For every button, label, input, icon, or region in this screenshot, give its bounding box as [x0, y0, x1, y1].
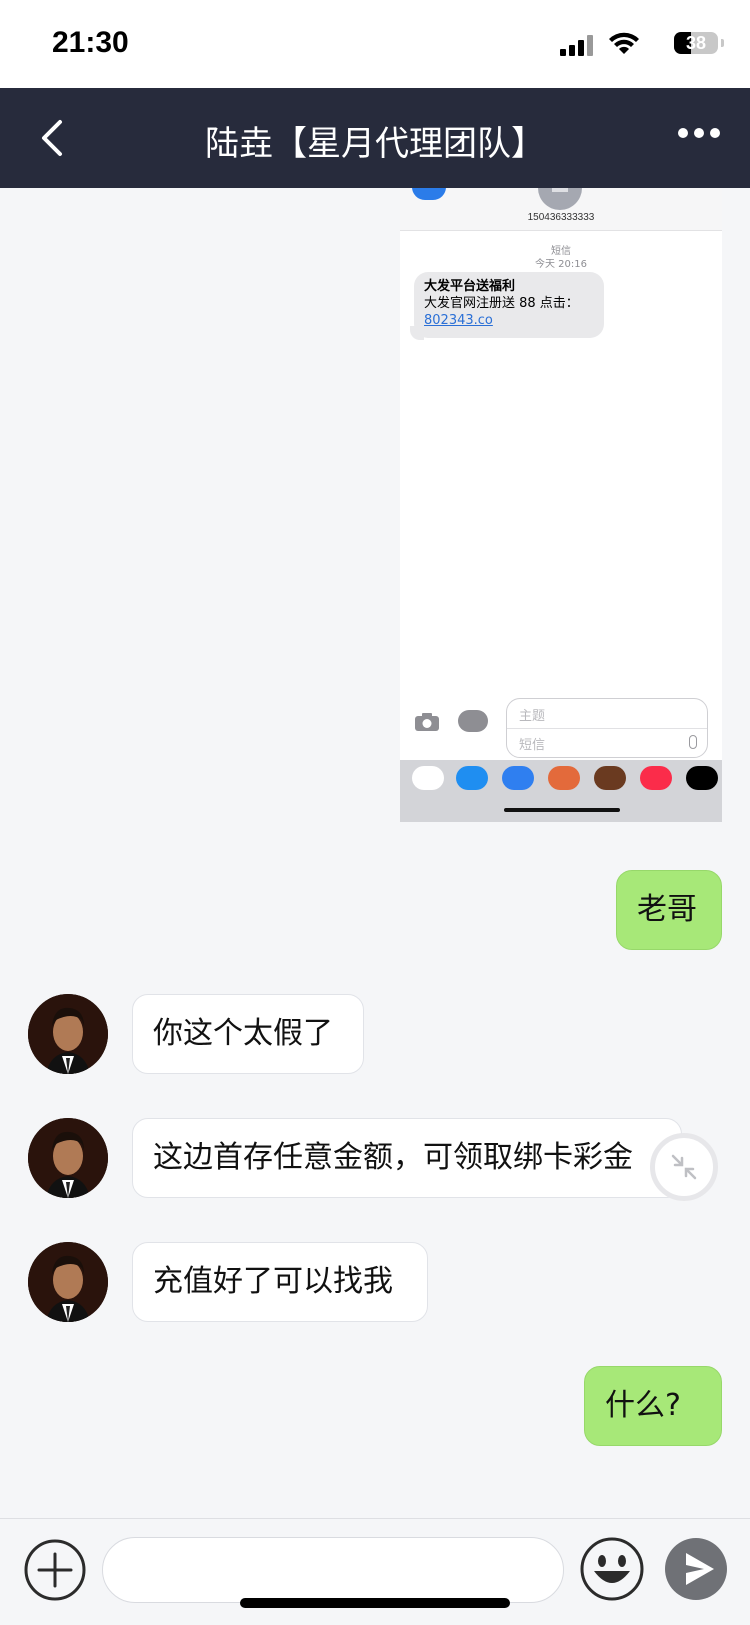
- message-text: 这边首存任意金额，可领取绑卡彩金: [153, 1140, 633, 1175]
- outgoing-message-bubble[interactable]: 老哥: [616, 870, 722, 950]
- outgoing-message-bubble[interactable]: 什么?: [584, 1366, 722, 1446]
- message-text: 充值好了可以找我: [153, 1264, 393, 1299]
- status-time: 21:30: [52, 26, 129, 59]
- chat-header: 陆垚【星月代理团队】: [0, 88, 750, 188]
- sms-phone-number: 150436333333: [527, 212, 595, 223]
- sender-avatar[interactable]: [28, 994, 108, 1074]
- battery-icon: 38: [674, 32, 718, 54]
- cellular-signal-icon: [560, 34, 594, 56]
- sms-title: 大发平台送福利: [424, 279, 516, 294]
- compose-bar: [0, 1518, 750, 1625]
- sender-avatar[interactable]: [28, 1242, 108, 1322]
- message-text: 你这个太假了: [153, 1016, 333, 1051]
- status-bar: 21:30 38: [0, 0, 750, 88]
- sender-avatar[interactable]: [28, 1118, 108, 1198]
- sms-body: 大发官网注册送 88 点击：: [424, 296, 579, 311]
- shared-screenshot-image[interactable]: 150436333333 短信 今天 20:16 大发平台送福利 大发官网注册送…: [400, 188, 722, 822]
- battery-level: 38: [685, 33, 707, 53]
- chat-title: 陆垚【星月代理团队】: [205, 124, 545, 164]
- avatar-portrait-icon: [28, 1242, 108, 1322]
- sms-placeholder: 短信: [519, 738, 546, 753]
- memoji-app-icon: [548, 766, 580, 790]
- sms-header: 150436333333: [400, 188, 722, 231]
- mic-icon: [689, 735, 697, 749]
- music-app-icon: [640, 766, 672, 790]
- subject-placeholder: 主题: [519, 709, 546, 724]
- send-icon[interactable]: [664, 1537, 728, 1601]
- smile-icon[interactable]: [580, 1537, 644, 1601]
- photos-app-icon: [412, 766, 444, 790]
- memoji2-app-icon: [594, 766, 626, 790]
- sms-home-indicator: [504, 808, 620, 812]
- chevron-left-icon[interactable]: [34, 118, 74, 158]
- fitness-app-icon: [686, 766, 718, 790]
- avatar-portrait-icon: [28, 994, 108, 1074]
- sms-meta-time: 今天 20:16: [535, 259, 587, 270]
- audio-app-icon: [502, 766, 534, 790]
- contact-avatar-icon: [538, 188, 582, 210]
- sms-link: 802343.co: [424, 313, 493, 328]
- home-indicator: [240, 1598, 510, 1608]
- more-dots-icon[interactable]: [678, 126, 720, 140]
- app-store-icon: [458, 710, 488, 732]
- incoming-message-bubble[interactable]: 这边首存任意金额，可领取绑卡彩金: [132, 1118, 682, 1198]
- sms-back-icon: [412, 188, 446, 200]
- wifi-icon: [609, 32, 639, 54]
- incoming-message-bubble[interactable]: 充值好了可以找我: [132, 1242, 428, 1322]
- appstore-app-icon: [456, 766, 488, 790]
- imessage-app-tray: [400, 760, 722, 822]
- status-icons: 38: [548, 30, 724, 58]
- camera-icon: [415, 713, 439, 731]
- sms-bubble: 大发平台送福利 大发官网注册送 88 点击： 802343.co: [414, 272, 604, 338]
- message-text: 什么?: [605, 1388, 681, 1423]
- avatar-portrait-icon: [28, 1118, 108, 1198]
- collapse-arrows-icon[interactable]: [650, 1133, 718, 1201]
- sms-compose-field: 主题 短信: [506, 698, 708, 758]
- message-input[interactable]: [102, 1537, 564, 1603]
- message-text: 老哥: [637, 892, 697, 927]
- incoming-message-bubble[interactable]: 你这个太假了: [132, 994, 364, 1074]
- plus-icon[interactable]: [24, 1539, 86, 1601]
- battery-tip: [721, 39, 724, 47]
